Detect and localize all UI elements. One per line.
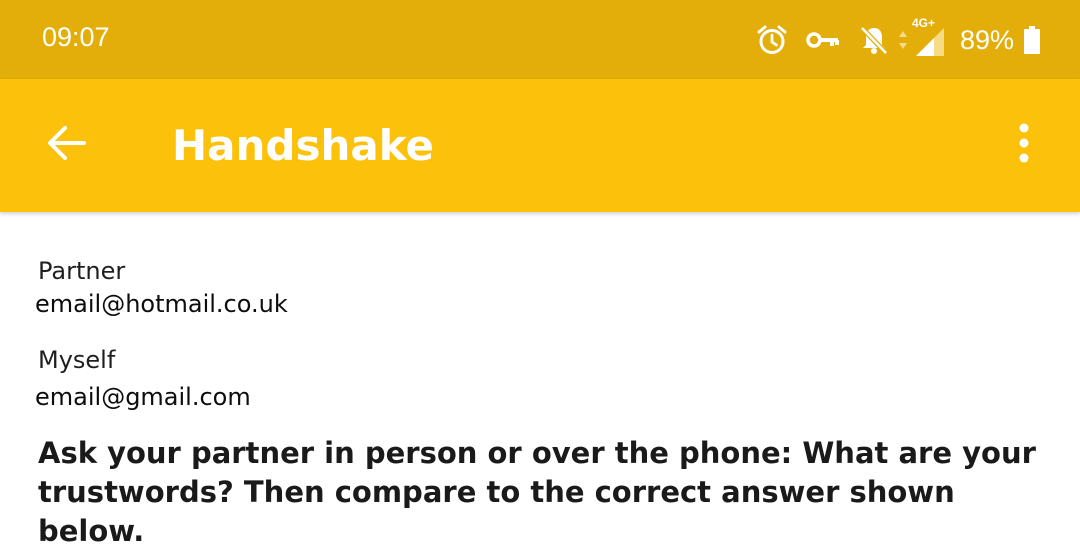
myself-label: Myself — [38, 346, 116, 374]
instructions-text: Ask your partner in person or over the p… — [38, 436, 1036, 548]
notifications-off-icon — [858, 24, 890, 56]
battery-percent: 89% — [959, 24, 1014, 55]
status-bar: 09:07 4G+ 89% — [0, 0, 1080, 79]
status-time: 09:07 — [42, 22, 110, 52]
arrow-back-icon — [46, 125, 86, 165]
signal-4g-icon: 4G+ — [910, 16, 946, 58]
more-vert-icon — [1018, 123, 1030, 167]
overflow-menu-button[interactable] — [998, 117, 1050, 173]
app-bar: Handshake — [0, 79, 1080, 212]
myself-email: email@gmail.com — [35, 383, 251, 411]
battery-icon — [1024, 26, 1040, 54]
alarm-icon — [756, 24, 788, 56]
page-title: Handshake — [172, 121, 434, 170]
partner-label: Partner — [38, 257, 126, 285]
network-type-label: 4G+ — [911, 16, 935, 30]
status-icons: 4G+ 89% — [756, 16, 1040, 62]
vpn-key-icon — [806, 29, 840, 51]
back-button[interactable] — [30, 109, 102, 181]
partner-email: email@hotmail.co.uk — [35, 290, 288, 318]
data-arrows-icon — [898, 28, 908, 52]
